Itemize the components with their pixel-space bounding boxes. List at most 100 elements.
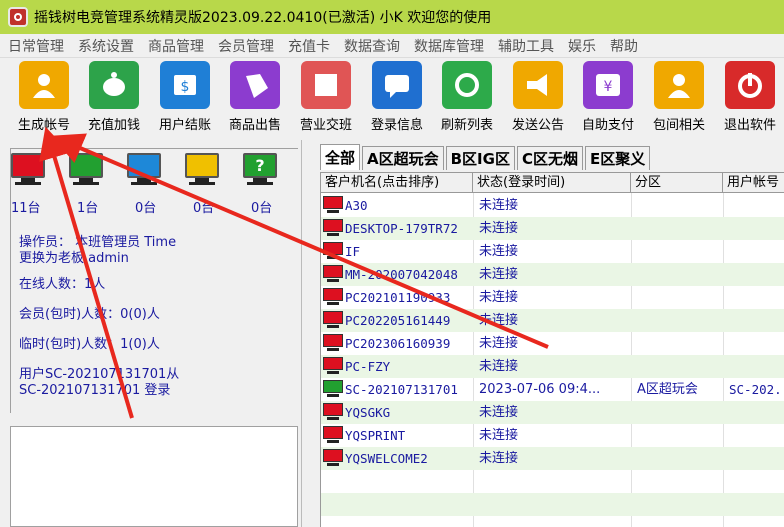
client-status: 未连接 — [479, 359, 519, 374]
message-icon — [372, 61, 422, 109]
client-user — [723, 194, 784, 217]
toolbar-button-5[interactable]: 登录信息 — [361, 60, 433, 134]
table-row[interactable]: PC-FZY 未连接 — [321, 355, 784, 378]
menu-daily[interactable]: 日常管理 — [8, 36, 64, 56]
table-row[interactable]: SC-202107131701 2023-07-06 09:4... A区超玩会 SC… — [321, 378, 784, 401]
svg-text:$: $ — [181, 79, 190, 95]
client-zone: A区超玩会 — [637, 382, 698, 397]
person-icon — [654, 61, 704, 109]
table-row[interactable]: PC202205161449 未连接 — [321, 309, 784, 332]
client-user — [723, 447, 784, 470]
yen-icon: ¥ — [583, 61, 633, 109]
client-user — [723, 240, 784, 263]
client-user: SC-202. — [729, 382, 782, 397]
tab-zone-a[interactable]: A区超玩会 — [362, 146, 444, 170]
column-header-name[interactable]: 客户机名(点击排序) — [321, 173, 473, 193]
client-status: 未连接 — [479, 198, 519, 213]
toolbar-button-4[interactable]: 营业交班 — [290, 60, 362, 134]
table-row[interactable]: PC202101190933 未连接 — [321, 286, 784, 309]
info-members: 会员(包时)人数：0(0)人 — [19, 307, 160, 322]
table-row — [321, 516, 784, 527]
table-row[interactable]: MM-202007042048 未连接 — [321, 263, 784, 286]
table-row — [321, 493, 784, 516]
menu-entertainment[interactable]: 娱乐 — [568, 36, 596, 56]
toolbar-label: 自助支付 — [581, 118, 634, 133]
table-row[interactable]: YQSWELCOME2 未连接 — [321, 447, 784, 470]
client-zone — [631, 447, 723, 470]
table-row — [321, 470, 784, 493]
table-row[interactable]: A30 未连接 — [321, 194, 784, 217]
client-status: 未连接 — [479, 313, 519, 328]
status-summary: 11台 1台 0台 0台? 0台 操作员： 本班管理员 Time 更换为老板 admin 在… — [10, 148, 298, 413]
toolbar-button-6[interactable]: 刷新列表 — [431, 60, 503, 134]
client-status: 未连接 — [479, 428, 519, 443]
client-name: PC202306160939 — [345, 336, 451, 351]
toolbar-button-8[interactable]: ¥ 自助支付 — [572, 60, 644, 134]
toolbar-label: 发送公告 — [511, 118, 564, 133]
table-row[interactable]: YQSPRINT 未连接 — [321, 424, 784, 447]
menu-help[interactable]: 帮助 — [610, 36, 638, 56]
toolbar-button-7[interactable]: 发送公告 — [502, 60, 574, 134]
client-user — [723, 217, 784, 240]
green-monitor-icon — [69, 153, 103, 189]
toolbar-label: 生成帐号 — [17, 118, 70, 133]
menu-settings[interactable]: 系统设置 — [78, 36, 134, 56]
blue-monitor-icon — [127, 153, 161, 189]
client-name: YQSGKG — [345, 405, 391, 420]
menu-tools[interactable]: 辅助工具 — [498, 36, 554, 56]
monitor-count: 0台 — [193, 201, 215, 216]
toolbar: 生成帐号 充值加钱 $ 用户结账 商品出售 营业交班 登录信息 刷新列表 发送公告 ¥ 自助支付 包间… — [0, 58, 784, 136]
client-user — [723, 286, 784, 309]
menu-data-query[interactable]: 数据查询 — [344, 36, 400, 56]
tab-zone-c[interactable]: C区无烟 — [516, 146, 583, 170]
toolbar-label: 充值加钱 — [87, 118, 140, 133]
client-status: 未连接 — [479, 336, 519, 351]
client-user — [723, 332, 784, 355]
toolbar-button-0[interactable]: 生成帐号 — [8, 60, 80, 134]
column-header-status[interactable]: 状态(登录时间) — [473, 173, 631, 193]
client-name: MM-202007042048 — [345, 267, 458, 282]
toolbar-button-1[interactable]: 充值加钱 — [78, 60, 150, 134]
client-name: DESKTOP-179TR72 — [345, 221, 458, 236]
client-status: 未连接 — [479, 451, 519, 466]
monitor-count: 11台 — [11, 201, 41, 216]
menu-database[interactable]: 数据库管理 — [414, 36, 484, 56]
tab-zone-b[interactable]: B区IG区 — [445, 146, 515, 170]
toolbar-button-10[interactable]: 退出软件 — [714, 60, 784, 134]
toolbar-button-9[interactable]: 包间相关 — [643, 60, 715, 134]
menu-recharge-card[interactable]: 充值卡 — [288, 36, 330, 56]
client-zone — [631, 286, 723, 309]
table-row[interactable]: PC202306160939 未连接 — [321, 332, 784, 355]
svg-text:¥: ¥ — [604, 79, 613, 95]
log-box[interactable] — [10, 426, 298, 527]
sale-tag-icon — [230, 61, 280, 109]
client-user — [723, 263, 784, 286]
column-header-user[interactable]: 用户帐号 — [723, 173, 784, 193]
client-zone — [631, 194, 723, 217]
menu-goods[interactable]: 商品管理 — [148, 36, 204, 56]
client-status: 未连接 — [479, 405, 519, 420]
refresh-icon — [442, 61, 492, 109]
tab-all[interactable]: 全部 — [320, 144, 361, 170]
invoice-icon: $ — [160, 61, 210, 109]
toolbar-button-2[interactable]: $ 用户结账 — [149, 60, 221, 134]
toolbar-label: 商品出售 — [228, 118, 281, 133]
client-zone — [631, 355, 723, 378]
red-monitor-icon — [11, 153, 45, 189]
client-zone — [631, 263, 723, 286]
zone-tabs: 全部 A区超玩会 B区IG区 C区无烟 E区聚义 — [320, 144, 652, 170]
window-title: 摇钱树电竞管理系统精灵版2023.09.22.0410(已激活) 小K 欢迎您的… — [34, 10, 492, 26]
tab-zone-e[interactable]: E区聚义 — [584, 146, 651, 170]
toolbar-button-3[interactable]: 商品出售 — [219, 60, 291, 134]
table-row[interactable]: YQSGKG 未连接 — [321, 401, 784, 424]
client-status: 2023-07-06 09:4... — [479, 382, 601, 397]
table-header: 客户机名(点击排序) 状态(登录时间) 分区 用户帐号 — [321, 173, 784, 193]
table-row[interactable]: IF 未连接 — [321, 240, 784, 263]
power-icon — [725, 61, 775, 109]
title-bar: 摇钱树电竞管理系统精灵版2023.09.22.0410(已激活) 小K 欢迎您的… — [0, 0, 784, 34]
table-row[interactable]: DESKTOP-179TR72 未连接 — [321, 217, 784, 240]
client-zone — [631, 240, 723, 263]
client-table: 客户机名(点击排序) 状态(登录时间) 分区 用户帐号 A30 未连接 DESKTO… — [320, 172, 784, 527]
column-header-zone[interactable]: 分区 — [631, 173, 723, 193]
menu-members[interactable]: 会员管理 — [218, 36, 274, 56]
